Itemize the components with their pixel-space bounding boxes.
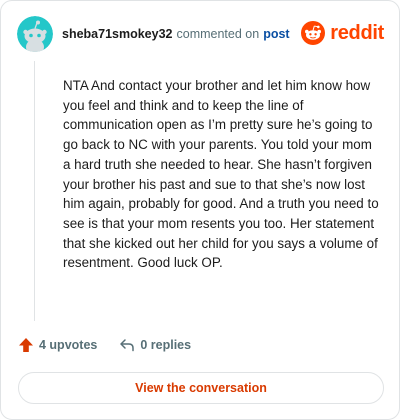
reply-count: 0 replies	[140, 338, 192, 352]
comment-embed-card: sheba71smokey32 commented on post reddit…	[0, 0, 400, 420]
view-conversation-button[interactable]: View the conversation	[18, 372, 384, 404]
reddit-wordmark: reddit	[330, 22, 384, 44]
comment-meta: sheba71smokey32 commented on post	[62, 27, 290, 41]
author-username[interactable]: sheba71smokey32	[62, 27, 173, 41]
upvote-arrow-icon	[19, 338, 33, 352]
upvote-button[interactable]: 4 upvotes	[18, 337, 97, 353]
reply-arrow-icon	[120, 339, 135, 352]
reddit-logo-icon	[301, 21, 326, 45]
replies-button[interactable]: 0 replies	[119, 337, 191, 353]
comment-body: NTA And contact your brother and let him…	[63, 78, 379, 271]
reddit-logo[interactable]: reddit	[301, 21, 384, 45]
upvote-count: 4 upvotes	[39, 338, 98, 352]
thread-line	[34, 61, 35, 321]
comment-actions: 4 upvotes 0 replies	[18, 337, 213, 353]
post-link[interactable]: post	[263, 27, 289, 41]
avatar[interactable]	[17, 16, 53, 52]
action-text: commented on	[176, 27, 260, 41]
